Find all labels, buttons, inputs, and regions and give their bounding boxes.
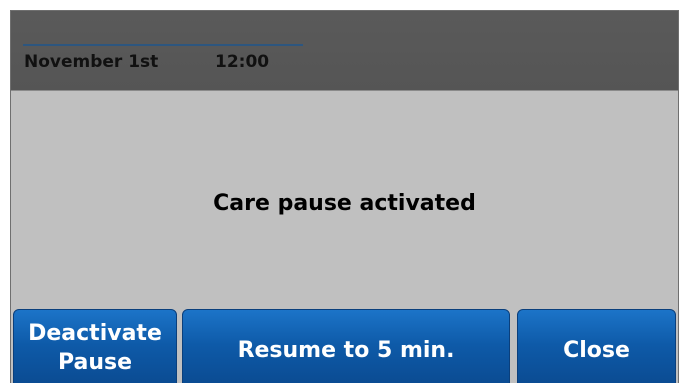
resume-button[interactable]: Resume to 5 min. [182,309,510,383]
header-date: November 1st [24,52,159,72]
deactivate-pause-label: Deactivate Pause [28,319,162,377]
deactivate-pause-label-line2: Pause [57,350,133,375]
resume-button-label: Resume to 5 min. [237,338,455,363]
close-button-label: Close [563,338,630,363]
status-header: November 1st 12:00 [11,11,678,91]
deactivate-pause-button[interactable]: Deactivate Pause [13,309,177,383]
header-time: 12:00 [215,52,270,72]
close-button[interactable]: Close [517,309,676,383]
status-message: Care pause activated [213,191,476,216]
deactivate-pause-label-line1: Deactivate [28,321,162,346]
dialog-screen: November 1st 12:00 Care pause activated … [10,10,679,383]
header-divider-line [23,44,303,46]
